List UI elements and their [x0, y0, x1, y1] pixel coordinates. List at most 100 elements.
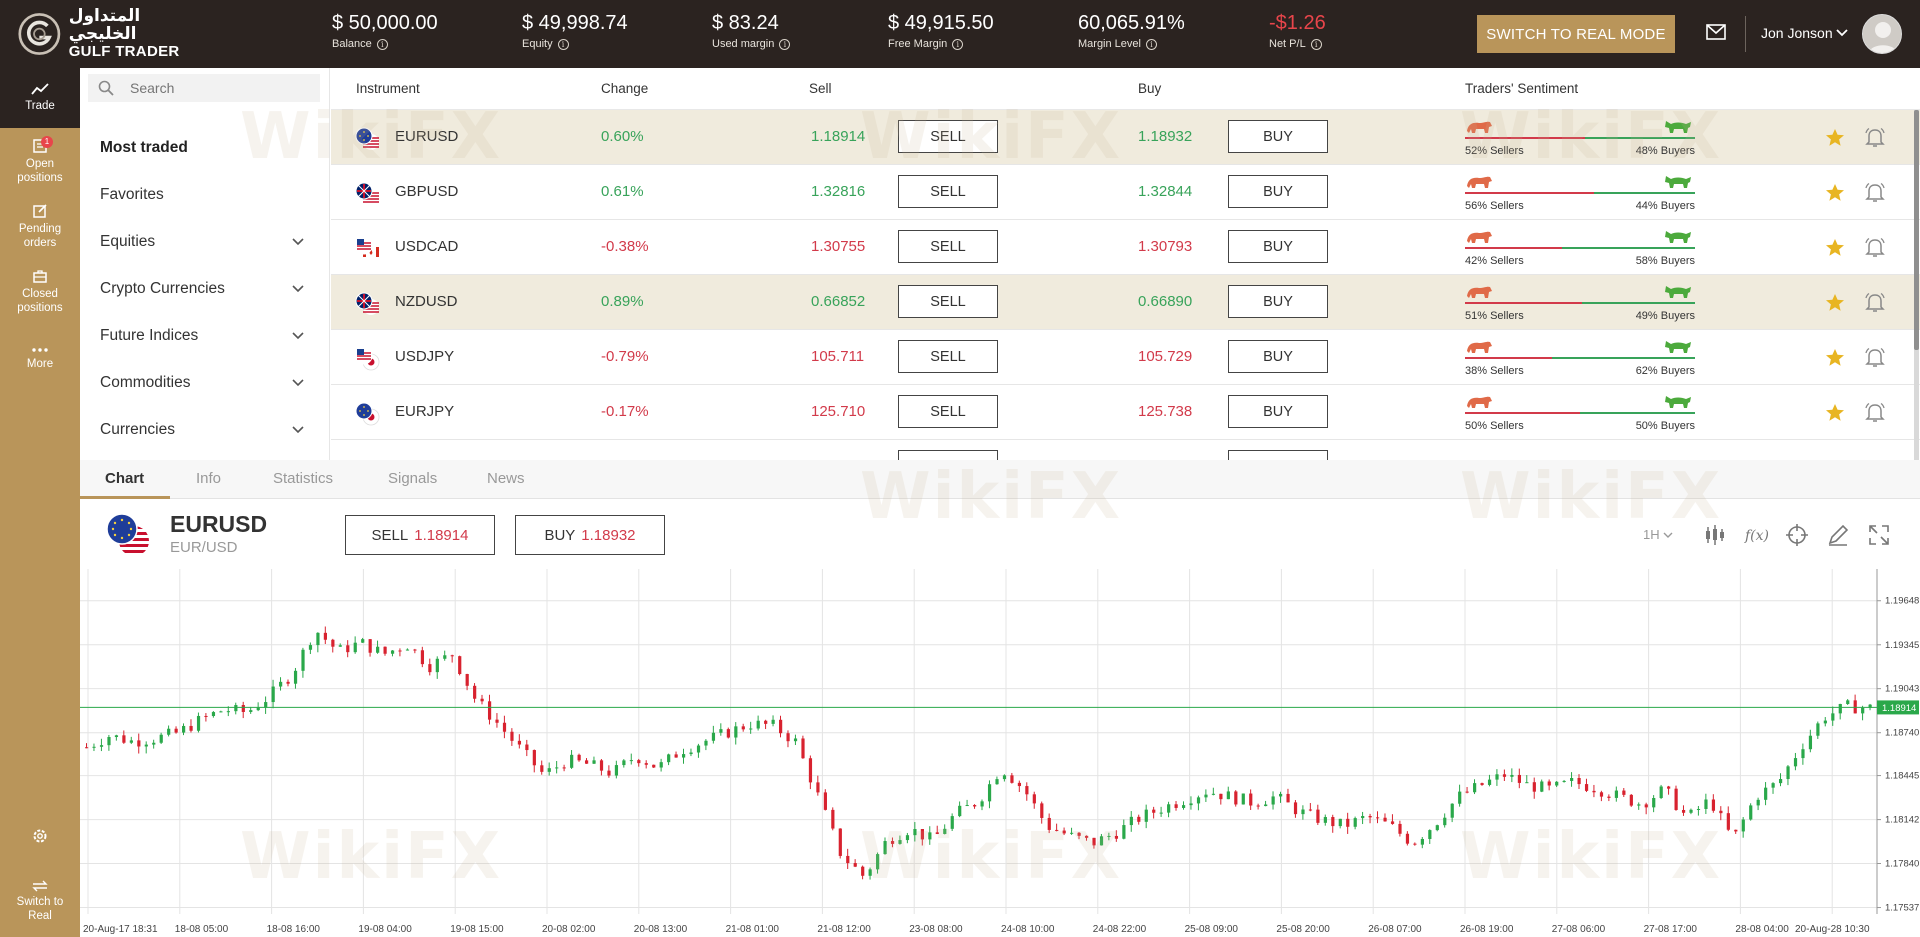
info-icon[interactable]: i	[557, 38, 569, 50]
category-future-indices[interactable]: Future Indices	[80, 314, 330, 358]
candlestick-chart[interactable]: 20-Aug-17 18:31 18-08 05:00 18-08 16:00 19-…	[80, 569, 1920, 937]
buy-button[interactable]	[1228, 450, 1328, 460]
sell-button[interactable]: SELL	[898, 230, 998, 263]
rail-item-switch-to-real[interactable]: Switch to Real	[0, 880, 80, 924]
candle-body	[1726, 813, 1730, 830]
user-name[interactable]: Jon Jonson	[1761, 25, 1833, 41]
price-alert-bell-icon[interactable]	[1865, 236, 1885, 258]
table-row-partial[interactable]	[331, 440, 1920, 460]
y-tick-label: 1.18142	[1885, 815, 1919, 826]
tab-statistics[interactable]: Statistics	[273, 470, 333, 487]
category-equities[interactable]: Equities	[80, 220, 330, 264]
scroll-thumb[interactable]	[1914, 110, 1919, 350]
rail-item-closed-positions[interactable]: Closed positions	[0, 268, 80, 316]
favorite-star-icon[interactable]	[1825, 183, 1845, 202]
draw-pencil-icon[interactable]	[1826, 523, 1850, 547]
tab-signals[interactable]: Signals	[388, 470, 437, 487]
category-favorites[interactable]: Favorites	[80, 173, 330, 217]
sell-button[interactable]	[898, 450, 998, 460]
tab-news[interactable]: News	[487, 470, 525, 487]
info-icon[interactable]: i	[376, 38, 388, 50]
rail-item-pending-orders[interactable]: Pending orders	[0, 203, 80, 251]
x-tick-label: 20-Aug-17 18:31	[83, 924, 158, 935]
table-row[interactable]: USDJPY -0.79% 105.711 SELL 105.729 BUY 38% Sel…	[331, 330, 1920, 385]
info-icon[interactable]: i	[1145, 38, 1157, 50]
candle-body	[346, 645, 350, 653]
category-most-traded[interactable]: Most traded	[80, 126, 330, 170]
price-alert-bell-icon[interactable]	[1865, 346, 1885, 368]
favorite-star-icon[interactable]	[1825, 403, 1845, 422]
price-chart[interactable]: 20-Aug-17 18:31 18-08 05:00 18-08 16:00 19-…	[80, 569, 1920, 937]
chart-buy-button[interactable]: BUY 1.18932	[515, 515, 665, 555]
table-row[interactable]: EURUSD 0.60% 1.18914 SELL 1.18932 BUY 52% Sell…	[331, 110, 1920, 165]
table-row[interactable]: NZDUSD 0.89% 0.66852 SELL 0.66890 BUY 51% Sell…	[331, 275, 1920, 330]
x-tick-label: 19-08 15:00	[450, 924, 504, 935]
info-icon[interactable]: i	[779, 38, 791, 50]
candle-body	[1084, 835, 1089, 838]
buy-button[interactable]: BUY	[1228, 120, 1328, 153]
buyers-bar	[1584, 137, 1695, 139]
crosshair-icon[interactable]	[1785, 523, 1809, 547]
candle-body	[465, 674, 469, 686]
avatar[interactable]	[1862, 14, 1902, 54]
candle-body	[1070, 832, 1074, 834]
category-crypto-currencies[interactable]: Crypto Currencies	[80, 267, 330, 311]
candle-body	[338, 645, 342, 647]
sell-button[interactable]: SELL	[898, 340, 998, 373]
mail-icon[interactable]	[1706, 24, 1726, 40]
info-icon[interactable]: i	[1310, 38, 1322, 50]
rail-item-settings[interactable]	[0, 828, 80, 848]
buy-button[interactable]: BUY	[1228, 175, 1328, 208]
table-scrollbar[interactable]	[1914, 110, 1919, 460]
price-alert-bell-icon[interactable]	[1865, 401, 1885, 423]
candle-body	[510, 731, 514, 741]
candle-body	[1174, 804, 1178, 808]
chevron-down-icon[interactable]	[1836, 28, 1848, 38]
buy-button[interactable]: BUY	[1228, 340, 1328, 373]
sellers-bar	[1465, 302, 1583, 304]
candle-body	[1637, 804, 1641, 806]
favorite-star-icon[interactable]	[1825, 128, 1845, 147]
sell-button[interactable]: SELL	[898, 175, 998, 208]
candle-body	[667, 754, 671, 763]
candle-body	[353, 642, 357, 653]
candle-body	[219, 711, 223, 713]
sell-button[interactable]: SELL	[898, 120, 998, 153]
buy-button[interactable]: BUY	[1228, 285, 1328, 318]
category-label: Favorites	[100, 186, 164, 203]
candle-body	[1823, 720, 1827, 724]
table-row[interactable]: EURJPY -0.17% 125.710 SELL 125.738 BUY 50% Sel…	[331, 385, 1920, 440]
price-alert-bell-icon[interactable]	[1865, 181, 1885, 203]
category-commodities[interactable]: Commodities	[80, 361, 330, 405]
sell-button[interactable]: SELL	[898, 395, 998, 428]
buy-button[interactable]: BUY	[1228, 395, 1328, 428]
fullscreen-icon[interactable]	[1867, 523, 1891, 547]
buy-button[interactable]: BUY	[1228, 230, 1328, 263]
rail-item-trade[interactable]: Trade	[0, 68, 80, 128]
candle-body	[1346, 818, 1350, 827]
table-row[interactable]: USDCAD -0.38% 1.30755 SELL 1.30793 BUY 42% Sel…	[331, 220, 1920, 275]
indicators-fx-icon[interactable]: f(x)	[1744, 523, 1768, 547]
tab-info[interactable]: Info	[196, 470, 221, 487]
brand-logo[interactable]: المتداول الخليجي GULF TRADER	[18, 7, 198, 60]
favorite-star-icon[interactable]	[1825, 238, 1845, 257]
favorite-star-icon[interactable]	[1825, 293, 1845, 312]
candle-body	[1338, 818, 1342, 827]
switch-to-real-mode-button[interactable]: SWITCH TO REAL MODE	[1477, 15, 1675, 53]
candle-body	[1808, 735, 1813, 750]
candlestick-type-icon[interactable]	[1703, 523, 1727, 547]
rail-item-open-positions[interactable]: 1 Open positions	[0, 136, 80, 186]
tab-chart[interactable]: Chart	[105, 470, 144, 487]
rail-item-more[interactable]: More	[0, 346, 80, 372]
sell-button[interactable]: SELL	[898, 285, 998, 318]
chart-sell-button[interactable]: SELL 1.18914	[345, 515, 495, 555]
info-icon[interactable]: i	[952, 38, 964, 50]
category-currencies[interactable]: Currencies	[80, 408, 330, 452]
price-alert-bell-icon[interactable]	[1865, 126, 1885, 148]
favorite-star-icon[interactable]	[1825, 348, 1845, 367]
timeframe-selector[interactable]: 1H	[1643, 527, 1673, 542]
search-input[interactable]	[130, 74, 310, 102]
candle-body	[1241, 793, 1245, 805]
price-alert-bell-icon[interactable]	[1865, 291, 1885, 313]
table-row[interactable]: GBPUSD 0.61% 1.32816 SELL 1.32844 BUY 56% Sell…	[331, 165, 1920, 220]
